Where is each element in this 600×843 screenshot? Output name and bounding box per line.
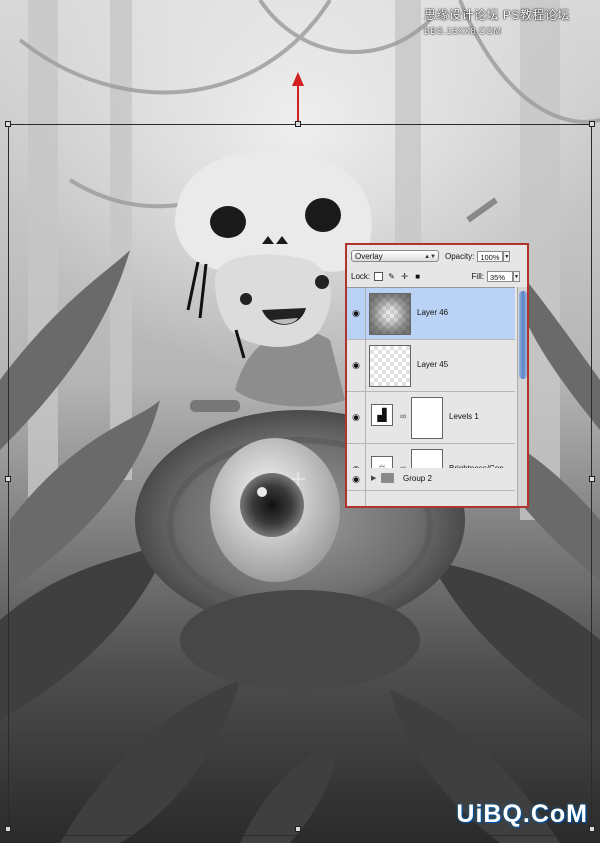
layer-mask-thumbnail — [411, 397, 443, 439]
opacity-dropdown-icon[interactable]: ▼ — [503, 250, 511, 262]
watermark-bottom: UiBQ.CoM — [456, 800, 588, 828]
lock-transparency-icon[interactable] — [374, 271, 384, 281]
transform-handle-right[interactable] — [589, 476, 595, 482]
watermark-ps: PS教程论坛 — [502, 8, 570, 22]
fill-value: 35% — [490, 272, 506, 282]
opacity-label: Opacity: — [445, 251, 475, 261]
blend-row: Overlay ▲▼ Opacity: 100% ▼ — [351, 249, 523, 263]
eye-icon[interactable]: ◉ — [349, 474, 363, 484]
transform-handle-left[interactable] — [5, 476, 11, 482]
folder-icon — [381, 473, 394, 483]
expand-triangle-icon[interactable]: ▶ — [371, 474, 376, 482]
select-arrows-icon: ▲▼ — [424, 254, 436, 260]
transform-handle-top[interactable] — [295, 121, 301, 127]
layer-name: Layer 46 — [417, 308, 449, 317]
lock-all-icon[interactable]: ■ — [413, 272, 422, 281]
lock-move-icon[interactable]: ✛ — [400, 272, 409, 281]
group-name: Group 2 — [403, 474, 432, 483]
transform-handle-top-left[interactable] — [5, 121, 11, 127]
opacity-field[interactable]: 100% ▼ — [477, 250, 511, 262]
lock-row: Lock: ✎ ✛ ■ Fill: 35% ▼ — [351, 269, 523, 283]
watermark-cn: 思缘设计论坛 — [424, 8, 500, 22]
layers-list: ◉ Layer 46 ◉ Layer 45 ◉ ▟ ∞ Levels 1 ◉ — [347, 287, 515, 506]
levels-adjustment-icon: ▟ — [371, 404, 393, 426]
eye-icon[interactable]: ◉ — [349, 308, 363, 318]
blend-mode-value: Overlay — [355, 252, 383, 261]
layer-row-46[interactable]: ◉ Layer 46 — [347, 288, 515, 340]
photoshop-canvas: 思缘设计论坛 PS教程论坛 BBS.16XX8.COM UiBQ.CoM Ove… — [0, 0, 600, 843]
layer-row-levels[interactable]: ◉ ▟ ∞ Levels 1 — [347, 392, 515, 444]
fill-field[interactable]: 35% ▼ — [487, 270, 520, 282]
opacity-value: 100% — [480, 252, 500, 262]
fill-label: Fill: — [471, 271, 484, 281]
blend-mode-select[interactable]: Overlay ▲▼ — [351, 250, 439, 262]
chain-link-icon[interactable]: ∞ — [400, 411, 406, 421]
layers-scrollbar[interactable] — [517, 287, 527, 506]
eye-icon[interactable]: ◉ — [349, 412, 363, 422]
layer-name: Layer 45 — [417, 360, 449, 369]
eye-icon[interactable]: ◉ — [349, 360, 363, 370]
transform-handle-bottom-right[interactable] — [589, 826, 595, 832]
layer-name: Levels 1 — [449, 412, 479, 421]
transform-handle-bottom-left[interactable] — [5, 826, 11, 832]
watermark-url: BBS.16XX8.COM — [424, 26, 502, 36]
layer-thumbnail — [369, 293, 411, 335]
transform-handle-top-right[interactable] — [589, 121, 595, 127]
layer-group-row[interactable]: ◉ ▶ Group 2 — [347, 468, 515, 491]
fill-dropdown-icon[interactable]: ▼ — [513, 270, 520, 282]
layer-row-45[interactable]: ◉ Layer 45 — [347, 340, 515, 392]
transform-handle-bottom[interactable] — [295, 826, 301, 832]
layers-panel: Overlay ▲▼ Opacity: 100% ▼ Lock: ✎ ✛ ■ F… — [345, 243, 529, 508]
scrollbar-thumb[interactable] — [519, 291, 527, 379]
lock-label: Lock: — [351, 271, 371, 281]
lock-brush-icon[interactable]: ✎ — [387, 272, 396, 281]
watermark-top: 思缘设计论坛 PS教程论坛 BBS.16XX8.COM — [424, 6, 570, 37]
layer-thumbnail — [369, 345, 411, 387]
